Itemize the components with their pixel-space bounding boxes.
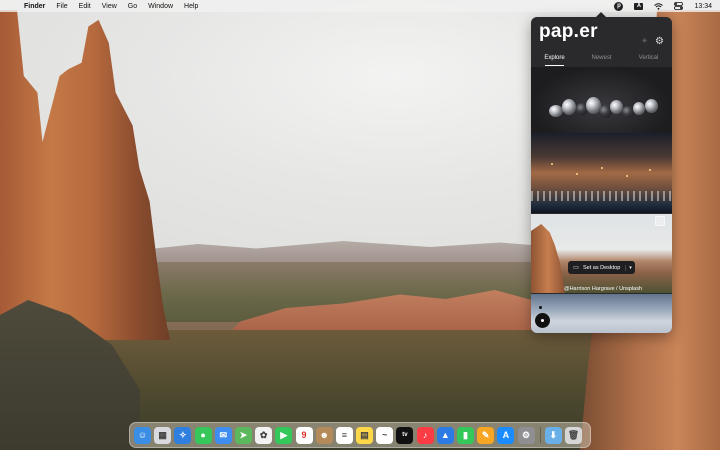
dock-system-settings-icon[interactable]: ⚙ (517, 426, 535, 444)
town-light (551, 163, 553, 165)
wallpaper-thumbnail-sky[interactable] (531, 294, 672, 333)
photo-credit[interactable]: @Harrison Hargrave / Unsplash (564, 286, 642, 292)
menu-file[interactable]: File (56, 3, 67, 10)
dock-contacts-icon[interactable]: ☻ (315, 426, 333, 444)
town-light (649, 169, 651, 171)
tab-explore[interactable]: Explore (531, 53, 578, 67)
menu-bar-tray: p A 13:34 (614, 1, 712, 11)
town-light (626, 175, 628, 177)
wifi-icon[interactable] (654, 2, 664, 11)
dock-separator (539, 427, 541, 443)
set-as-desktop-label: Set as Desktop (583, 264, 621, 271)
menu-go[interactable]: Go (128, 3, 137, 10)
dock-safari-icon[interactable]: ✧ (174, 426, 192, 444)
paper-popover: pap.er ✳ ⚙ Explore Newest Vertical ▭ Set… (531, 17, 672, 333)
gem-shape (562, 99, 576, 115)
dock: ☺ ▦ ✧ ● ✉ ➤ ✿ ▶ 9 ☻ ≡ ▤ ~ tv ♪ ▲ ▮ ✎ A ⚙ ⬇ 🗑 (129, 422, 591, 448)
dock-launchpad-icon[interactable]: ▦ (154, 426, 172, 444)
menu-bar-clock[interactable]: 13:34 (694, 3, 712, 10)
dock-numbers-icon[interactable]: ▮ (457, 426, 474, 444)
chevron-down-icon[interactable]: ▾ (625, 264, 635, 271)
scroll-dot (539, 306, 542, 309)
dock-messages-icon[interactable]: ● (194, 426, 212, 444)
dock-notes-icon[interactable]: ▤ (356, 426, 374, 444)
thumbnail-rock (531, 224, 565, 293)
gems-image (549, 97, 659, 121)
dock-photos-icon[interactable]: ✿ (255, 426, 273, 444)
menu-help[interactable]: Help (184, 3, 198, 10)
dock-downloads-folder-icon[interactable]: ⬇ (544, 426, 562, 444)
dock-trash-icon[interactable]: 🗑 (564, 426, 582, 444)
input-source-icon[interactable]: A (634, 2, 644, 11)
dock-keynote-icon[interactable]: ▲ (436, 426, 454, 444)
paper-logo: pap.er (539, 21, 598, 42)
select-checkbox[interactable] (655, 216, 665, 226)
dock-reminders-icon[interactable]: ≡ (335, 426, 353, 444)
dock-finder-icon[interactable]: ☺ (134, 426, 151, 444)
menu-edit[interactable]: Edit (79, 3, 91, 10)
town-light (601, 167, 603, 169)
harbor-boats (531, 191, 672, 201)
loading-spinner-icon: ✳ (641, 38, 648, 45)
tab-vertical[interactable]: Vertical (625, 53, 672, 67)
popover-tabs: Explore Newest Vertical (531, 53, 672, 67)
dock-facetime-icon[interactable]: ▶ (275, 426, 293, 444)
gem-shape (549, 105, 563, 117)
town-light (576, 173, 578, 175)
control-center-icon[interactable] (674, 2, 684, 11)
monitor-icon: ▭ (573, 265, 579, 271)
dock-pages-icon[interactable]: ✎ (477, 426, 495, 444)
dock-freeform-icon[interactable]: ~ (376, 426, 394, 444)
menu-view[interactable]: View (102, 3, 117, 10)
popover-header: pap.er ✳ ⚙ Explore Newest Vertical (531, 17, 672, 67)
tab-newest[interactable]: Newest (578, 53, 625, 67)
menu-app-name[interactable]: Finder (24, 3, 45, 10)
settings-gear-icon[interactable]: ⚙ (654, 36, 665, 47)
menu-window[interactable]: Window (148, 3, 173, 10)
dock-app-store-icon[interactable]: A (497, 426, 515, 444)
wallpaper-thumbnail-town[interactable] (531, 133, 672, 213)
wallpaper-thumbnail-sedona[interactable]: ▭ Set as Desktop ▾ @Harrison Hargrave / … (531, 214, 672, 293)
set-as-desktop-button[interactable]: ▭ Set as Desktop ▾ (568, 261, 635, 274)
dock-mail-icon[interactable]: ✉ (214, 426, 232, 444)
dock-tv-icon[interactable]: tv (396, 426, 414, 444)
paper-menu-icon[interactable]: p (614, 1, 624, 11)
dock-calendar-icon[interactable]: 9 (295, 426, 313, 444)
menu-bar: Finder File Edit View Go Window Help p A… (0, 0, 720, 12)
wallpaper-thumbnail-gems[interactable] (531, 67, 672, 133)
scroll-indicator-icon[interactable] (535, 313, 550, 328)
dock-maps-icon[interactable]: ➤ (234, 426, 252, 444)
gem-shape (645, 99, 658, 113)
dock-music-icon[interactable]: ♪ (416, 426, 434, 444)
gem-shape (633, 102, 645, 115)
